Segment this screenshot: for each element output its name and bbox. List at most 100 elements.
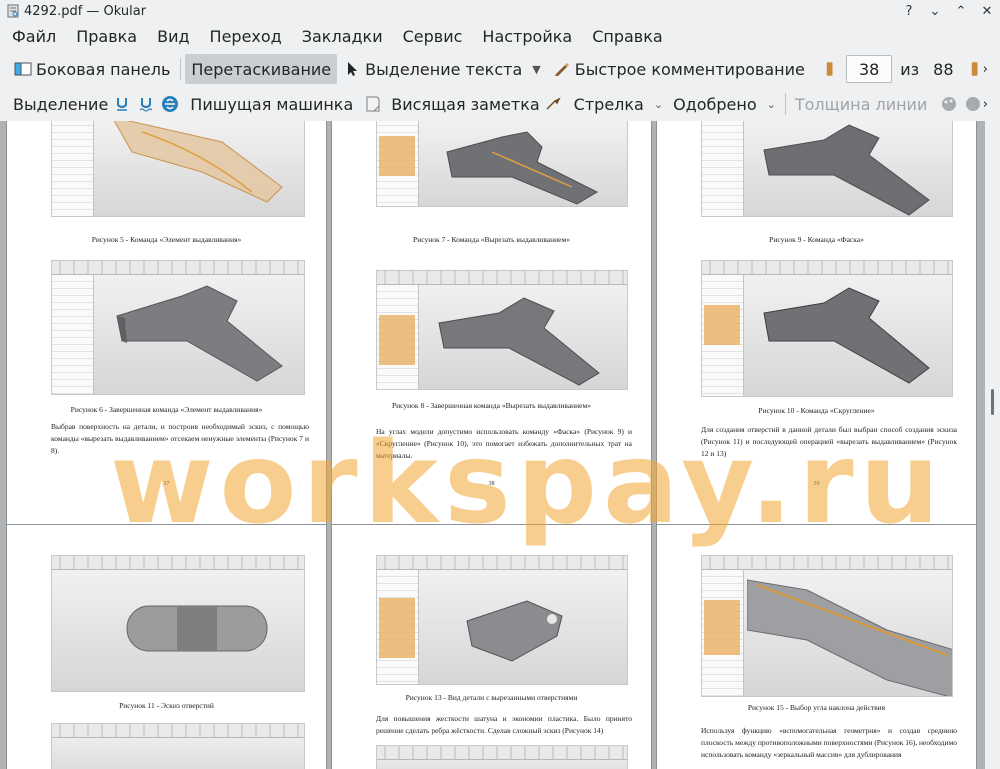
page-number: 37: [163, 481, 170, 487]
menu-help[interactable]: Справка: [584, 27, 671, 46]
page-total-label: 88: [933, 59, 954, 79]
strikeout-icon[interactable]: [161, 95, 179, 113]
window-title: 4292.pdf — Okular: [24, 3, 147, 19]
pen-icon: [554, 63, 569, 76]
cursor-arrow-icon: [348, 62, 358, 76]
menu-settings[interactable]: Настройка: [474, 27, 580, 46]
stamp-label: Одобрено: [673, 94, 757, 114]
cad-screenshot: [51, 723, 305, 769]
line-width-control[interactable]: Толщина линии: [790, 89, 933, 119]
previous-page-icon[interactable]: [821, 60, 838, 78]
cad-screenshot: [701, 121, 953, 217]
cad-part-image: [116, 285, 283, 382]
menu-bar: Файл Правка Вид Переход Закладки Сервис …: [0, 22, 1000, 50]
cad-part-image: [763, 287, 930, 384]
cad-screenshot: [51, 555, 305, 692]
arrow-label: Стрелка: [573, 94, 644, 114]
cad-screenshot: [376, 555, 628, 685]
maximize-button[interactable]: ⌃: [948, 0, 974, 22]
document-page-41: Рисунок 13 - Вид детали с вырезанными от…: [332, 525, 651, 769]
text-select-label: Выделение текста: [365, 59, 523, 79]
browse-tool-button[interactable]: Перетаскивание: [185, 54, 338, 84]
page-paragraph: Используя функцию «вспомогательная геоме…: [701, 726, 957, 759]
document-view[interactable]: Рисунок 5 - Команда «Элемент выдавливани…: [0, 121, 985, 769]
main-toolbar: Боковая панель Перетаскивание Выделение …: [0, 52, 1000, 86]
toolbar-overflow-icon[interactable]: ›: [983, 62, 988, 77]
cad-part-image: [763, 124, 930, 216]
menu-bookmarks[interactable]: Закладки: [294, 27, 391, 46]
line-width-label: Толщина линии: [794, 94, 928, 114]
cad-screenshot: [701, 260, 953, 397]
document-page-42: Рисунок 15 - Выбор угла наклона действия…: [657, 525, 976, 769]
vertical-scrollbar[interactable]: [985, 121, 1000, 769]
toolbar-overflow-icon[interactable]: ›: [983, 97, 988, 112]
cad-part-image: [466, 600, 563, 662]
cad-screenshot: [51, 121, 305, 217]
sidebar-label: Боковая панель: [36, 59, 171, 79]
menu-file[interactable]: Файл: [4, 27, 64, 46]
menu-go[interactable]: Переход: [202, 27, 290, 46]
popup-note-label: Висящая заметка: [391, 94, 540, 114]
page-paragraph: На углах модели допустимо использовать к…: [376, 427, 632, 460]
note-icon: [366, 96, 380, 112]
figure-caption: Рисунок 10 - Команда «Скругление»: [758, 406, 875, 415]
cad-part-image: [113, 121, 283, 203]
cad-screenshot: [376, 745, 628, 769]
color-picker-icon[interactable]: [940, 95, 958, 113]
squiggle-icon[interactable]: [137, 95, 155, 113]
cad-part-image: [438, 297, 600, 386]
page-number: 38: [488, 481, 495, 487]
highlight-label: Выделение: [13, 94, 109, 114]
cad-part-image: [446, 131, 599, 205]
figure-caption: Рисунок 8 - Завершенная команда «Вырезат…: [392, 401, 591, 410]
title-bar: 4292.pdf — Okular ? ⌄ ⌃ ✕: [0, 0, 1000, 22]
typewriter-tool-button[interactable]: Пишущая машинка: [185, 89, 358, 119]
arrow-tool-button[interactable]: Стрелка ⌄: [569, 89, 668, 119]
quick-comment-label: Быстрое комментирование: [574, 59, 805, 79]
stamp-tool-button[interactable]: Одобрено ⌄: [668, 89, 781, 119]
cad-screenshot: [376, 270, 628, 390]
figure-caption: Рисунок 5 - Команда «Элемент выдавливани…: [91, 235, 242, 244]
opacity-icon[interactable]: [964, 95, 982, 113]
menu-view[interactable]: Вид: [149, 27, 197, 46]
chevron-down-icon[interactable]: ▼: [532, 63, 540, 76]
underline-icon[interactable]: [113, 95, 131, 113]
chevron-down-icon[interactable]: ⌄: [654, 98, 663, 111]
toolbar-separator: [180, 58, 182, 80]
minimize-button[interactable]: ⌄: [922, 0, 948, 22]
menu-edit[interactable]: Правка: [68, 27, 145, 46]
browse-label: Перетаскивание: [191, 59, 332, 79]
popup-note-tool-button[interactable]: Висящая заметка: [386, 89, 544, 119]
next-page-icon[interactable]: [966, 60, 983, 78]
quick-comment-button[interactable]: Быстрое комментирование: [547, 54, 811, 84]
figure-caption: Рисунок 9 - Команда «Фаска»: [769, 235, 864, 244]
toolbar-separator: [784, 93, 786, 115]
page-number-input[interactable]: 38: [846, 55, 893, 83]
chevron-down-icon[interactable]: ⌄: [767, 98, 776, 111]
figure-caption: Рисунок 7 - Команда «Вырезать выдавливан…: [413, 235, 570, 244]
figure-caption: Рисунок 13 - Вид детали с вырезанными от…: [405, 693, 578, 702]
cad-part-image: [126, 605, 268, 652]
page-number: 39: [813, 481, 820, 487]
sidebar-toggle-button[interactable]: Боковая панель: [8, 54, 176, 84]
cad-screenshot: [701, 555, 953, 697]
arrow-tool-icon: [546, 97, 561, 110]
menu-tools[interactable]: Сервис: [395, 27, 471, 46]
document-page-40: Рисунок 11 - Эскиз отверстий: [7, 525, 326, 769]
okular-app-icon: [7, 4, 19, 18]
highlight-tool-button[interactable]: Выделение: [8, 89, 113, 119]
help-button[interactable]: ?: [896, 0, 922, 22]
page-paragraph: Для создания отверстий в данной детали б…: [701, 425, 957, 458]
figure-caption: Рисунок 11 - Эскиз отверстий: [119, 701, 214, 710]
close-button[interactable]: ✕: [974, 0, 1000, 22]
figure-caption: Рисунок 15 - Выбор угла наклона действия: [747, 703, 886, 712]
page-of-label: из: [900, 59, 920, 79]
page-paragraph: Выбрав поверхность на детали, и построив…: [51, 422, 309, 455]
text-select-tool-button[interactable]: Выделение текста ▼: [337, 54, 547, 84]
page-paragraph: Для повышения жесткости шатуна и экономи…: [376, 714, 632, 735]
annotation-toolbar: Выделение Пишущая машинка Висящая заметк…: [0, 88, 1000, 120]
figure-caption: Рисунок 6 - Завершенная команда «Элемент…: [70, 405, 263, 414]
cad-screenshot: [51, 260, 305, 395]
scrollbar-thumb[interactable]: [991, 389, 994, 415]
cad-screenshot: [376, 121, 628, 207]
